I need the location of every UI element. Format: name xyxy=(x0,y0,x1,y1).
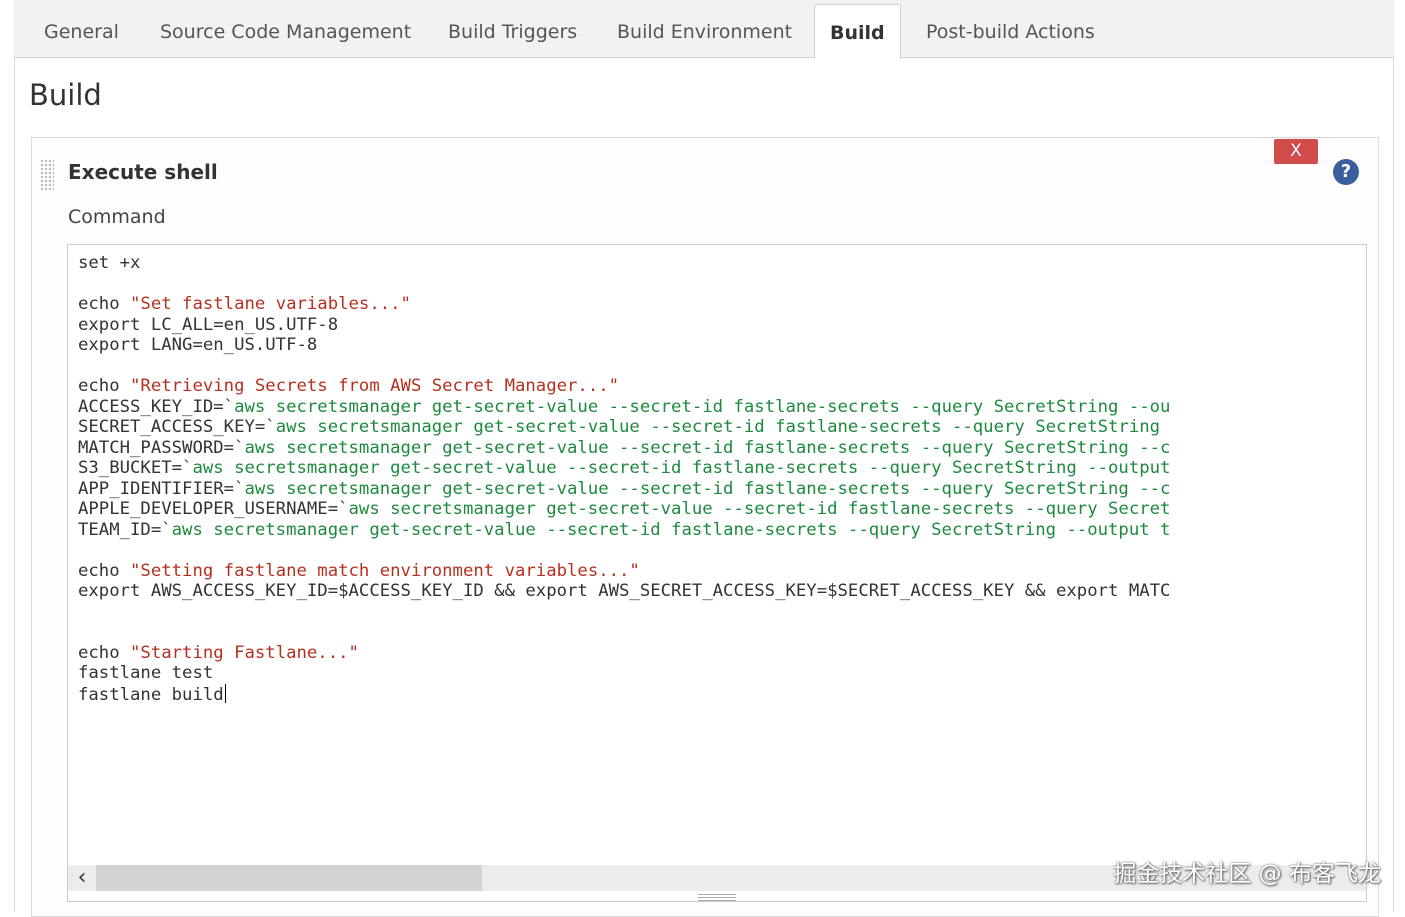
code-token: echo xyxy=(78,560,131,581)
command-label: Command xyxy=(68,206,166,228)
code-token: aws secretsmanager get-secret-value --se… xyxy=(171,519,1171,540)
command-text[interactable]: set +x echo "Set fastlane variables..." e… xyxy=(78,253,1366,861)
code-line: echo "Set fastlane variables..." xyxy=(78,294,1366,315)
code-line: APPLE_DEVELOPER_USERNAME=`aws secretsman… xyxy=(78,499,1366,520)
code-line: echo "Setting fastlane match environment… xyxy=(78,561,1366,582)
help-icon[interactable]: ? xyxy=(1333,159,1359,185)
code-token: echo xyxy=(78,294,131,314)
code-line: export AWS_ACCESS_KEY_ID=$ACCESS_KEY_ID … xyxy=(78,581,1366,602)
code-token: APPLE_DEVELOPER_USERNAME=` xyxy=(78,499,349,519)
code-line: SECRET_ACCESS_KEY=`aws secretsmanager ge… xyxy=(78,417,1366,438)
delete-step-button[interactable]: X xyxy=(1274,139,1318,164)
code-line: ACCESS_KEY_ID=`aws secretsmanager get-se… xyxy=(78,397,1366,418)
watermark: 掘金技术社区 @ 布客飞龙 xyxy=(1113,861,1381,887)
resize-grip-icon[interactable] xyxy=(698,894,736,901)
config-tabbar: General Source Code Management Build Tri… xyxy=(14,0,1394,59)
tab-build[interactable]: Build xyxy=(814,4,901,59)
code-line: export LANG=en_US.UTF-8 xyxy=(78,335,1366,356)
code-token: S3_BUCKET=` xyxy=(78,458,193,478)
tab-source-code-management[interactable]: Source Code Management xyxy=(160,0,411,58)
code-token: aws secretsmanager get-secret-value --se… xyxy=(348,499,1171,519)
code-line: fastlane test xyxy=(78,663,1366,684)
code-token: APP_IDENTIFIER=` xyxy=(78,478,245,499)
code-line: fastlane build xyxy=(78,683,1366,705)
code-token: SECRET_ACCESS_KEY=` xyxy=(78,417,276,437)
code-token: echo xyxy=(78,642,131,663)
code-token: export AWS_ACCESS_KEY_ID=$ACCESS_KEY_ID … xyxy=(78,581,1171,601)
code-token: echo xyxy=(78,376,131,396)
tab-general[interactable]: General xyxy=(44,0,119,58)
code-token: fastlane test xyxy=(78,663,214,683)
code-line: set +x xyxy=(78,253,1366,274)
code-line: export LC_ALL=en_US.UTF-8 xyxy=(78,315,1366,336)
code-token: TEAM_ID=` xyxy=(78,519,172,540)
code-token: export LC_ALL=en_US.UTF-8 xyxy=(78,314,339,335)
code-line: S3_BUCKET=`aws secretsmanager get-secret… xyxy=(78,458,1366,479)
scroll-left-icon[interactable]: ‹ xyxy=(72,865,92,891)
code-token: fastlane build xyxy=(78,684,224,705)
code-token: "Setting fastlane match environment vari… xyxy=(130,560,640,581)
code-token: export LANG=en_US.UTF-8 xyxy=(78,335,318,355)
code-token: aws secretsmanager get-secret-value --se… xyxy=(244,478,1171,499)
code-token: "Set fastlane variables..." xyxy=(130,294,411,314)
code-token: set +x xyxy=(78,253,141,273)
code-token: "Starting Fastlane..." xyxy=(130,642,359,663)
code-line: TEAM_ID=`aws secretsmanager get-secret-v… xyxy=(78,520,1366,541)
section-title: Build xyxy=(29,78,102,112)
command-editor[interactable]: set +x echo "Set fastlane variables..." e… xyxy=(67,244,1367,902)
text-cursor xyxy=(224,683,226,703)
step-title: Execute shell xyxy=(68,160,218,184)
code-token: aws secretsmanager get-secret-value --se… xyxy=(192,458,1171,478)
drag-handle-icon[interactable] xyxy=(40,159,54,191)
code-token: MATCH_PASSWORD=` xyxy=(78,437,245,458)
code-line: APP_IDENTIFIER=`aws secretsmanager get-s… xyxy=(78,479,1366,500)
tab-build-environment[interactable]: Build Environment xyxy=(617,0,792,58)
code-line: echo "Starting Fastlane..." xyxy=(78,643,1366,664)
tab-post-build-actions[interactable]: Post-build Actions xyxy=(926,0,1095,58)
scroll-thumb[interactable] xyxy=(96,865,482,891)
code-line: echo "Retrieving Secrets from AWS Secret… xyxy=(78,376,1366,397)
code-token: ACCESS_KEY_ID=` xyxy=(78,396,235,417)
code-token: aws secretsmanager get-secret-value --se… xyxy=(244,437,1171,458)
tab-build-triggers[interactable]: Build Triggers xyxy=(448,0,577,58)
code-line: MATCH_PASSWORD=`aws secretsmanager get-s… xyxy=(78,438,1366,459)
code-token: aws secretsmanager get-secret-value --se… xyxy=(234,396,1171,417)
code-token: "Retrieving Secrets from AWS Secret Mana… xyxy=(130,376,620,396)
code-token: aws secretsmanager get-secret-value --se… xyxy=(275,417,1161,437)
